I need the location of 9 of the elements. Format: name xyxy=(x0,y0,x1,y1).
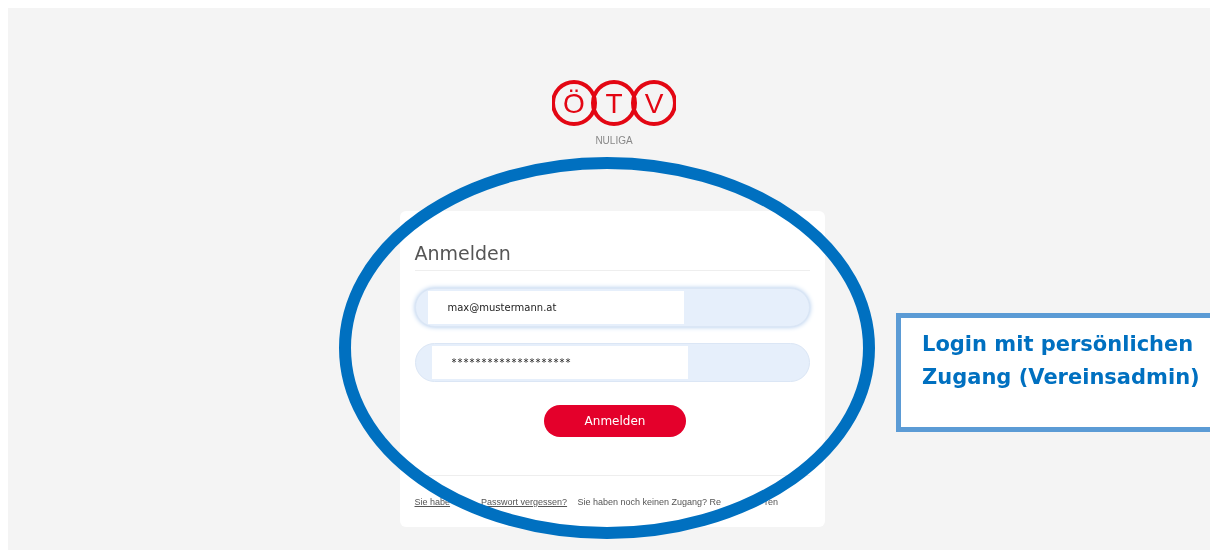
forgot-password-link[interactable]: Passwort vergessen? xyxy=(481,497,568,507)
login-button[interactable]: Anmelden xyxy=(544,405,686,437)
login-title: Anmelden xyxy=(414,241,512,265)
password-field[interactable]: ******************** xyxy=(414,343,810,382)
callout-note: Login mit persönlichen Zugang (Vereinsadmin) xyxy=(896,313,1210,432)
logo-caption: NULIGA xyxy=(595,135,633,146)
email-field[interactable]: max@mustermann.at xyxy=(414,288,810,327)
logo-drawing: Ö T V xyxy=(552,78,676,128)
register-link[interactable]: Sie haben noch keinen Zugang? Re xyxy=(577,497,722,507)
